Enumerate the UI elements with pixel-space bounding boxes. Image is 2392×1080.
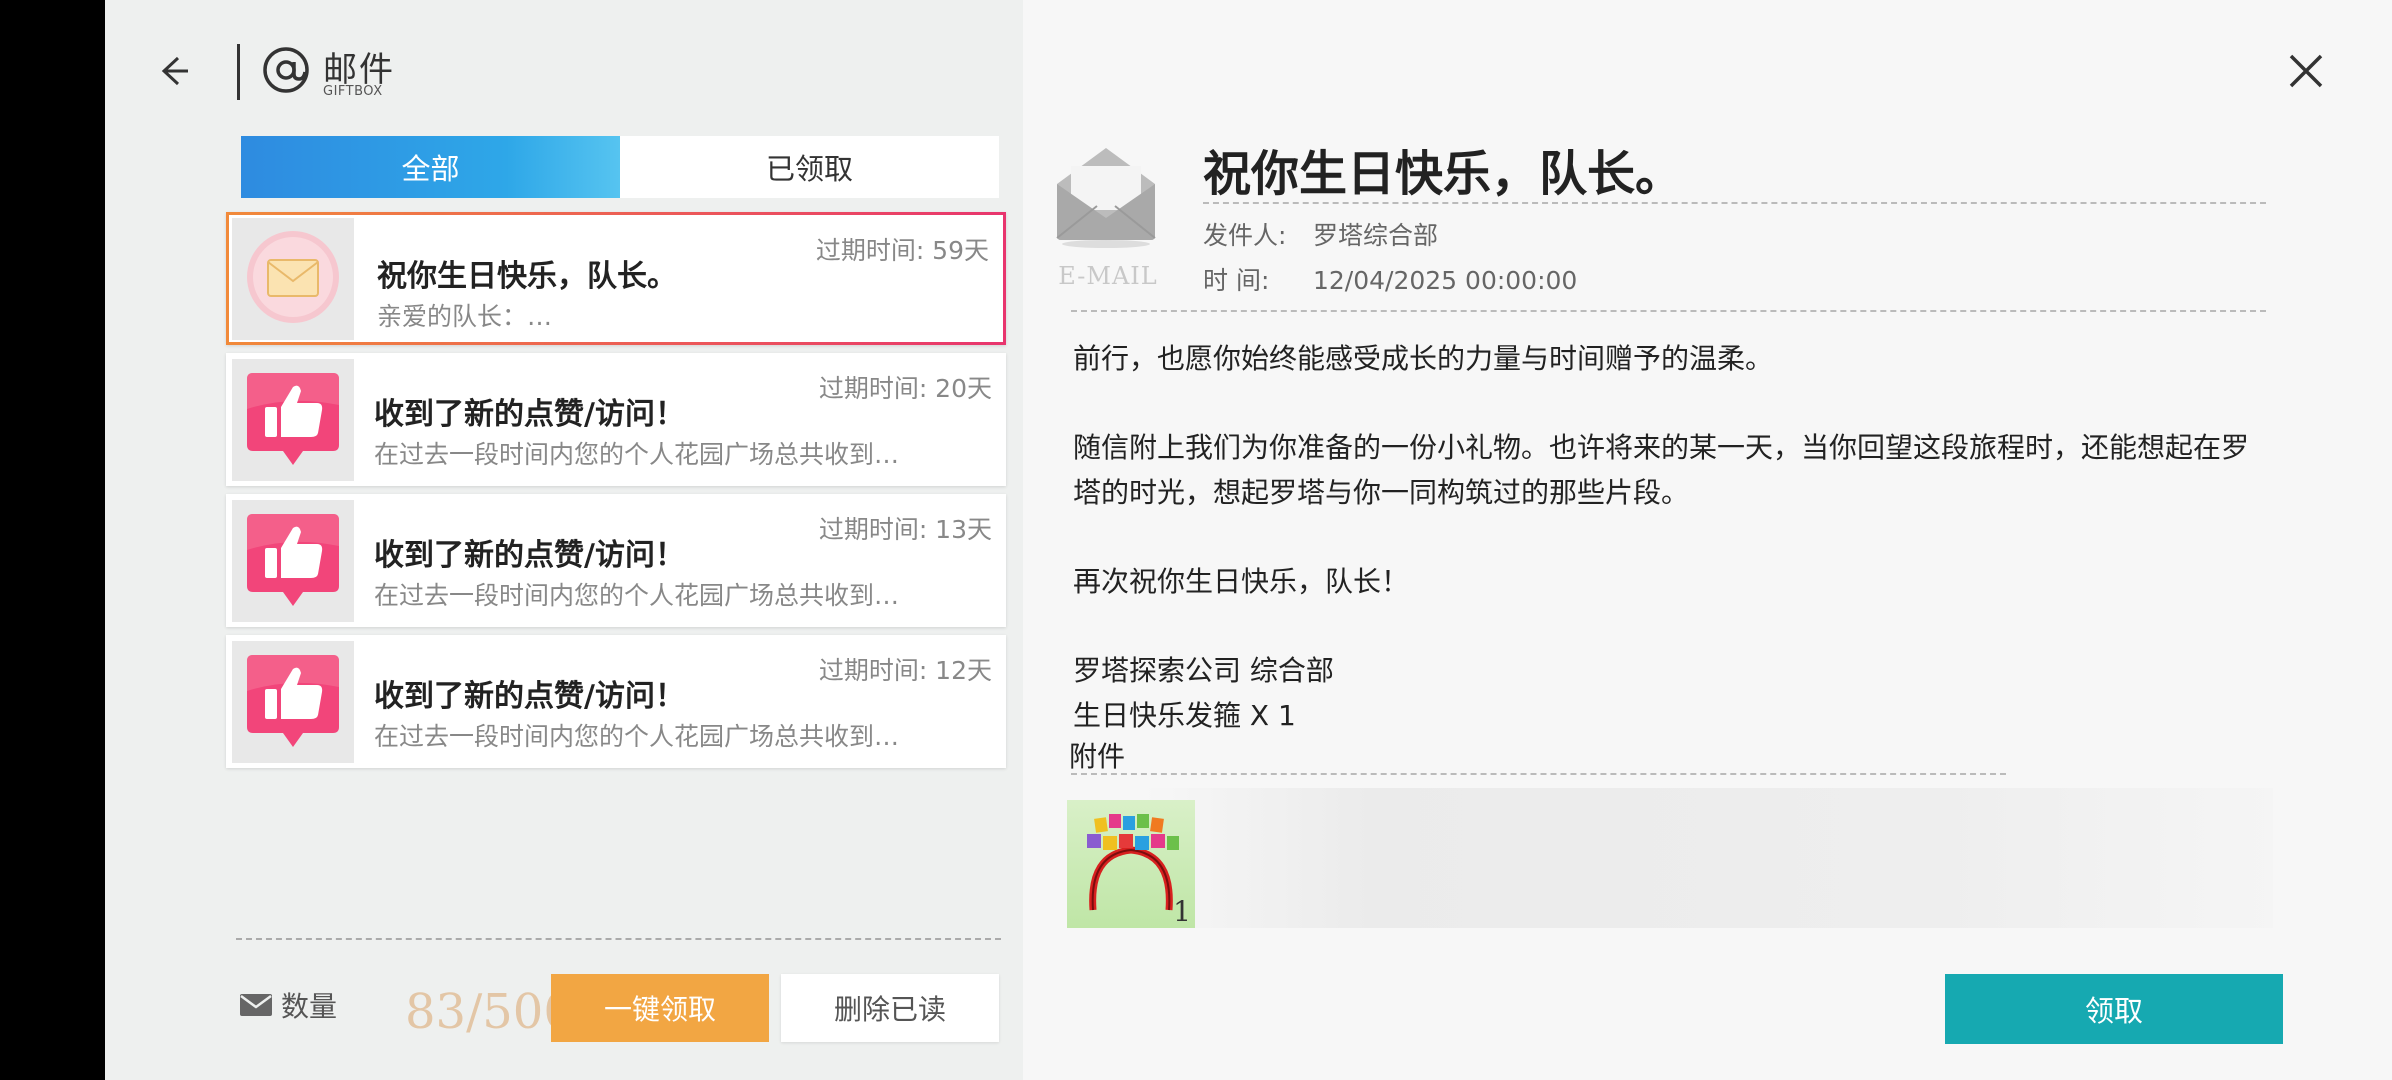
mail-detail-panel: E-MAIL 祝你生日快乐，队长。 发件人: 罗塔综合部 时 间: 12/04/20… xyxy=(1023,0,2392,1080)
mail-count-icon xyxy=(240,994,272,1016)
time-row: 时 间: 12/04/2025 00:00:00 xyxy=(1203,261,1577,297)
claim-all-button[interactable]: 一键领取 xyxy=(551,974,769,1042)
mail-thumbnail xyxy=(232,500,354,622)
sender-value: 罗塔综合部 xyxy=(1313,221,1439,250)
body-signature: 罗塔探索公司 综合部 xyxy=(1073,654,1334,687)
email-label: E-MAIL xyxy=(1058,262,1158,290)
attachment-quantity: 1 xyxy=(1173,895,1191,928)
thumbs-up-icon xyxy=(247,373,339,465)
back-button[interactable] xyxy=(150,46,200,96)
time-value: 12/04/2025 00:00:00 xyxy=(1313,266,1578,295)
mail-thumbnail xyxy=(232,359,354,481)
back-arrow-icon xyxy=(161,56,188,86)
page-subtitle: GIFTBOX xyxy=(323,84,383,99)
mail-item-like-1[interactable]: 收到了新的点赞/访问！ 在过去一段时间内您的个人花园广场总共收到… 过期时间: … xyxy=(226,353,1006,486)
mail-tabs: 全部 已领取 xyxy=(241,136,999,198)
mail-count-value: 83/500 xyxy=(405,984,565,1040)
attachment-divider xyxy=(1071,773,2006,775)
sender-key: 发件人: xyxy=(1203,221,1287,250)
tab-all[interactable]: 全部 xyxy=(241,136,620,198)
mail-list: 祝你生日快乐，队长。 亲爱的队长：… 过期时间: 59天 收到了新的点赞/访问！… xyxy=(226,212,1006,776)
mail-item-birthday[interactable]: 祝你生日快乐，队长。 亲爱的队长：… 过期时间: 59天 xyxy=(226,212,1006,345)
mail-expire-time: 过期时间: 59天 xyxy=(815,236,989,265)
mail-body: 前行，也愿你始终能感受成长的力量与时间赠予的温柔。 随信附上我们为你准备的一份小… xyxy=(1073,336,2253,738)
title-divider xyxy=(1203,202,2266,204)
mail-list-panel: 邮件 GIFTBOX 全部 已领取 祝你生日快乐，队长。 亲爱的队长：… 过期时… xyxy=(105,0,1023,1080)
thumbs-up-icon xyxy=(247,655,339,747)
mail-title: 收到了新的点赞/访问！ xyxy=(374,538,685,573)
envelope-icon xyxy=(247,231,339,323)
mail-expire-time: 过期时间: 13天 xyxy=(818,515,992,544)
mail-expire-time: 过期时间: 20天 xyxy=(818,374,992,403)
mail-preview: 在过去一段时间内您的个人花园广场总共收到… xyxy=(374,581,900,610)
mail-item-like-2[interactable]: 收到了新的点赞/访问！ 在过去一段时间内您的个人花园广场总共收到… 过期时间: … xyxy=(226,494,1006,627)
delete-read-button[interactable]: 删除已读 xyxy=(781,974,999,1042)
at-sign-icon xyxy=(263,47,309,93)
footer-divider xyxy=(236,938,1001,940)
body-paragraph: 前行，也愿你始终能感受成长的力量与时间赠予的温柔。 xyxy=(1073,342,1774,375)
body-gift-line: 生日快乐发箍 X 1 xyxy=(1073,699,1296,732)
sender-row: 发件人: 罗塔综合部 xyxy=(1203,216,1438,252)
mail-thumbnail xyxy=(232,641,354,763)
mail-screen: 邮件 GIFTBOX 全部 已领取 祝你生日快乐，队长。 亲爱的队长：… 过期时… xyxy=(105,0,2392,1080)
mail-preview: 亲爱的队长：… xyxy=(377,302,553,331)
attachment-label: 附件 xyxy=(1069,740,1126,773)
claim-button[interactable]: 领取 xyxy=(1945,974,2283,1044)
attachment-strip xyxy=(1143,788,2273,928)
attachment-item[interactable]: 1 xyxy=(1067,800,1195,928)
close-icon xyxy=(2289,54,2323,88)
time-key: 时 间: xyxy=(1203,266,1270,295)
thumbs-up-icon xyxy=(247,514,339,606)
mail-expire-time: 过期时间: 12天 xyxy=(818,656,992,685)
mail-count-label: 数量 xyxy=(281,990,338,1023)
close-button[interactable] xyxy=(2281,46,2331,96)
tab-received[interactable]: 已领取 xyxy=(620,136,999,198)
mail-title: 祝你生日快乐，队长。 xyxy=(377,259,677,294)
body-paragraph: 随信附上我们为你准备的一份小礼物。也许将来的某一天，当你回望这段旅程时，还能想起… xyxy=(1073,431,2250,509)
header-divider xyxy=(237,44,240,100)
mail-item-like-3[interactable]: 收到了新的点赞/访问！ 在过去一段时间内您的个人花园广场总共收到… 过期时间: … xyxy=(226,635,1006,768)
body-paragraph: 再次祝你生日快乐，队长！ xyxy=(1073,565,1410,598)
mail-detail-title: 祝你生日快乐，队长。 xyxy=(1203,146,1684,202)
mail-title: 收到了新的点赞/访问！ xyxy=(374,679,685,714)
open-envelope-icon xyxy=(1056,148,1156,248)
mail-thumbnail xyxy=(232,218,354,340)
mail-preview: 在过去一段时间内您的个人花园广场总共收到… xyxy=(374,722,900,751)
meta-divider xyxy=(1071,310,2266,312)
mail-preview: 在过去一段时间内您的个人花园广场总共收到… xyxy=(374,440,900,469)
mail-title: 收到了新的点赞/访问！ xyxy=(374,397,685,432)
